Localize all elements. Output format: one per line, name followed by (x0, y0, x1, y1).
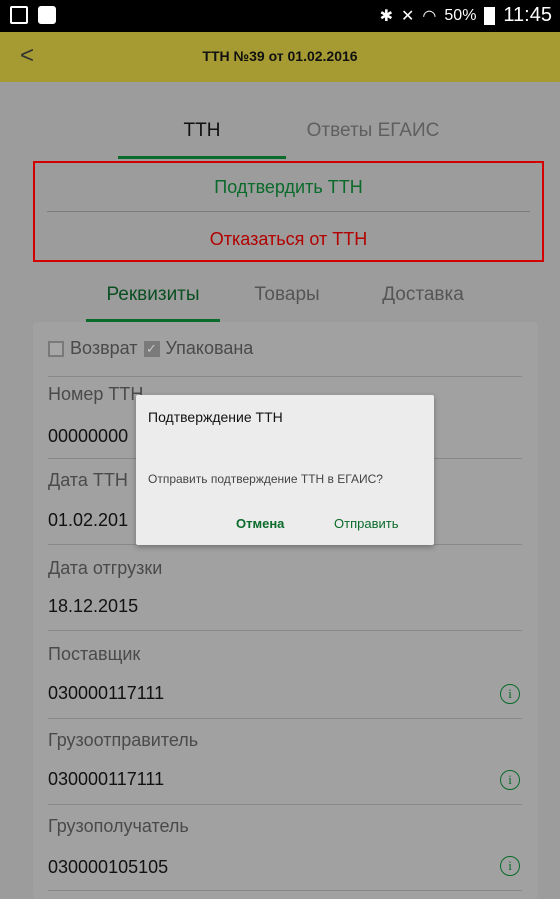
divider (48, 804, 522, 805)
field-value[interactable]: 030000105105 (48, 857, 168, 878)
bluetooth-icon: ✱ (379, 7, 394, 25)
confirm-dialog: Подтверждение ТТН Отправить подтверждени… (136, 395, 434, 545)
field-value[interactable]: 00000000 (48, 426, 128, 447)
sub-tabs: Реквизиты Товары Доставка (0, 280, 560, 324)
divider (48, 376, 522, 377)
battery-icon (484, 6, 496, 25)
status-bar: ✱ ✕ ◠ 50% 11:45 (0, 0, 560, 32)
field-label: Номер ТТН (48, 384, 144, 404)
send-button[interactable]: Отправить (334, 516, 398, 531)
battery-level: 50% (444, 6, 477, 24)
field-value[interactable]: 18.12.2015 (48, 596, 138, 617)
app-bar: < ТТН №39 от 01.02.2016 (0, 32, 560, 82)
checkbox-row: Возврат ✓ Упакована (48, 338, 253, 359)
tab-requisites[interactable]: Реквизиты (86, 284, 220, 306)
return-label: Возврат (70, 338, 138, 358)
cancel-button[interactable]: Отмена (236, 516, 284, 531)
tab-ttn[interactable]: ТТН (118, 120, 286, 142)
tab-goods[interactable]: Товары (232, 284, 342, 306)
divider (48, 630, 522, 631)
clock: 11:45 (503, 4, 552, 26)
dialog-message: Отправить подтверждение ТТН в ЕГАИС? (148, 472, 383, 486)
field-label: Грузополучатель (48, 816, 189, 836)
top-tabs: ТТН Ответы ЕГАИС (0, 112, 560, 160)
divider (48, 890, 522, 891)
active-tab-indicator (118, 156, 286, 159)
field-value[interactable]: 030000117111 (48, 769, 164, 790)
actions-divider (47, 211, 530, 212)
tab-delivery[interactable]: Доставка (356, 284, 490, 306)
field-label: Грузоотправитель (48, 730, 199, 750)
tab-egais-answers[interactable]: Ответы ЕГАИС (288, 120, 458, 142)
dialog-title: Подтверждение ТТН (148, 409, 283, 425)
info-icon[interactable]: i (500, 770, 520, 790)
field-label: Дата ТТН (48, 470, 128, 490)
field-value[interactable]: 01.02.201 (48, 510, 128, 531)
bag-icon (38, 6, 56, 24)
mute-icon: ✕ (401, 7, 415, 25)
confirm-ttn-button[interactable]: Подтвердить ТТН (35, 177, 542, 198)
wifi-icon: ◠ (422, 7, 437, 25)
field-label: Поставщик (48, 644, 141, 664)
reject-ttn-button[interactable]: Отказаться от ТТН (35, 229, 542, 250)
picture-icon (10, 6, 28, 24)
packed-checkbox[interactable]: ✓ (143, 340, 160, 357)
packed-label: Упакована (165, 338, 254, 358)
divider (48, 718, 522, 719)
info-icon[interactable]: i (500, 856, 520, 876)
page-title: ТТН №39 от 01.02.2016 (202, 48, 358, 64)
field-label: Дата отгрузки (48, 558, 163, 578)
info-icon[interactable]: i (500, 684, 520, 704)
actions-box: Подтвердить ТТН Отказаться от ТТН (33, 161, 544, 262)
return-checkbox[interactable] (48, 340, 64, 357)
field-value[interactable]: 030000117111 (48, 683, 164, 704)
